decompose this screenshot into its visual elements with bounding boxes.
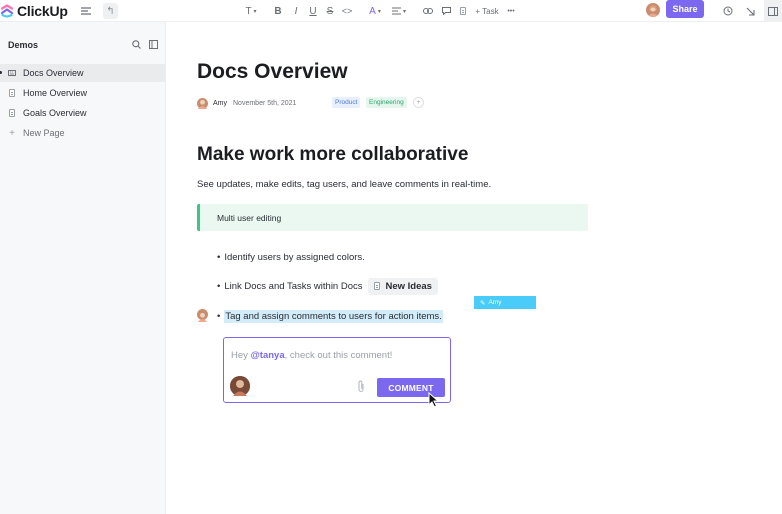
sidebar-item-label: Home Overview [23, 88, 88, 98]
top-toolbar: ClickUp ↰ T ▾ B I U S <> A ▾ ▾ + Task ••• … [0, 0, 782, 22]
comment-input[interactable]: Hey @tanya, check out this comment! [231, 350, 392, 361]
clickup-logo-icon [0, 4, 14, 18]
author-name[interactable]: Amy [213, 100, 227, 107]
underline-button[interactable]: U [308, 3, 318, 19]
plus-icon: + [9, 127, 15, 139]
doc-editor[interactable]: Docs Overview Amy November 5th, 2021 Pro… [166, 22, 782, 514]
tag-product[interactable]: Product [332, 97, 361, 108]
new-page-label: New Page [23, 128, 65, 138]
callout-block[interactable]: Multi user editing [197, 204, 588, 231]
strikethrough-button[interactable]: S [325, 3, 335, 19]
chevron-down-icon: ▾ [377, 8, 381, 15]
user-avatar[interactable] [646, 3, 660, 17]
sidebar-item-label: Goals Overview [23, 108, 87, 118]
add-task-button[interactable]: + Task [474, 3, 500, 19]
comment-author-avatar[interactable] [197, 309, 208, 322]
sidebar-panel-icon [149, 40, 158, 49]
active-marker [0, 71, 2, 74]
chevron-down-icon: ▾ [402, 8, 406, 15]
link-button[interactable] [422, 3, 434, 19]
doc-meta: Amy November 5th, 2021 [197, 97, 296, 109]
sidebar-item-docs-overview[interactable]: Docs Overview [0, 64, 165, 82]
list-item[interactable]: • Tag and assign comments to users for a… [217, 309, 443, 323]
linked-doc-label: New Ideas [385, 280, 432, 292]
doc-icon [460, 7, 466, 15]
sidebar-item-home-overview[interactable]: Home Overview [0, 84, 165, 102]
callout-text: Multi user editing [217, 212, 282, 223]
list-item-text: Link Docs and Tasks within Docs [224, 280, 363, 292]
workspace-title: Demos [8, 40, 39, 50]
sidebar-panel-icon [768, 6, 778, 16]
commenter-avatar [230, 376, 250, 396]
attach-doc-button[interactable] [457, 3, 469, 19]
section-paragraph[interactable]: See updates, make edits, tag users, and … [197, 179, 491, 190]
list-item-text: Identify users by assigned colors. [224, 251, 365, 263]
history-button[interactable] [722, 3, 734, 19]
doc-icon [373, 282, 380, 290]
sidebar-collapse-button[interactable] [149, 40, 158, 51]
italic-button[interactable]: I [291, 3, 301, 19]
list-item[interactable]: • Identify users by assigned colors. [217, 250, 365, 264]
pencil-icon: ✎ [480, 299, 486, 307]
page-title[interactable]: Docs Overview [197, 60, 348, 84]
tag-engineering[interactable]: Engineering [366, 97, 407, 108]
undo-icon: ↰ [106, 5, 115, 17]
bullet-icon: • [217, 310, 221, 322]
text-color-button[interactable]: A ▾ [366, 3, 384, 19]
comment-button[interactable] [440, 3, 452, 19]
section-heading[interactable]: Make work more collaborative [197, 144, 468, 166]
sidebar: Demos Docs Overview Home Overview Goals … [0, 22, 166, 514]
menu-icon[interactable] [80, 3, 92, 19]
text-format-icon: T [245, 5, 252, 17]
bullet-icon: • [217, 251, 221, 263]
highlighted-text[interactable]: Tag and assign comments to users for act… [224, 309, 443, 323]
paperclip-icon[interactable] [357, 380, 365, 396]
comment-prefix: Hey [231, 350, 251, 361]
bold-button[interactable]: B [273, 3, 283, 19]
linked-doc-chip[interactable]: New Ideas [367, 277, 438, 295]
doc-date: November 5th, 2021 [233, 99, 297, 107]
new-page-button[interactable]: + New Page [0, 124, 165, 142]
author-avatar [197, 97, 208, 109]
list-item[interactable]: • Link Docs and Tasks within Docs New Id… [217, 277, 438, 295]
collaborator-cursor-label: ✎ Amy [474, 296, 536, 309]
link-icon [423, 8, 433, 14]
align-button[interactable]: ▾ [390, 3, 408, 19]
sidebar-search-button[interactable] [132, 40, 141, 51]
text-format-button[interactable]: T ▾ [242, 3, 260, 19]
collapse-button[interactable] [744, 3, 756, 19]
align-icon [391, 7, 401, 15]
more-options-button[interactable]: ••• [505, 3, 517, 19]
chevron-down-icon: ▾ [253, 8, 257, 15]
bullet-icon: • [217, 280, 221, 292]
clock-icon [723, 6, 733, 16]
undo-button[interactable]: ↰ [103, 3, 118, 19]
comment-icon [441, 7, 451, 15]
keyboard-icon [8, 69, 16, 78]
mouse-cursor-icon [428, 392, 439, 408]
code-button[interactable]: <> [341, 3, 353, 19]
comment-popup: Hey @tanya, check out this comment! COMM… [223, 337, 451, 403]
clickup-logo[interactable]: ClickUp [0, 1, 68, 21]
sidebar-item-goals-overview[interactable]: Goals Overview [0, 104, 165, 122]
doc-icon [9, 109, 15, 117]
add-tag-button[interactable]: + [413, 97, 424, 108]
layout-toggle-button[interactable] [764, 0, 782, 22]
mention-tag[interactable]: @tanya [251, 350, 285, 361]
comment-suffix: , check out this comment! [284, 350, 393, 361]
doc-icon [9, 89, 15, 97]
sidebar-item-label: Docs Overview [23, 68, 84, 78]
search-icon [132, 40, 141, 49]
arrow-diagonal-icon [746, 7, 755, 16]
share-button[interactable]: Share [666, 0, 704, 18]
collaborator-name: Amy [488, 299, 502, 306]
logo-text: ClickUp [17, 3, 68, 19]
